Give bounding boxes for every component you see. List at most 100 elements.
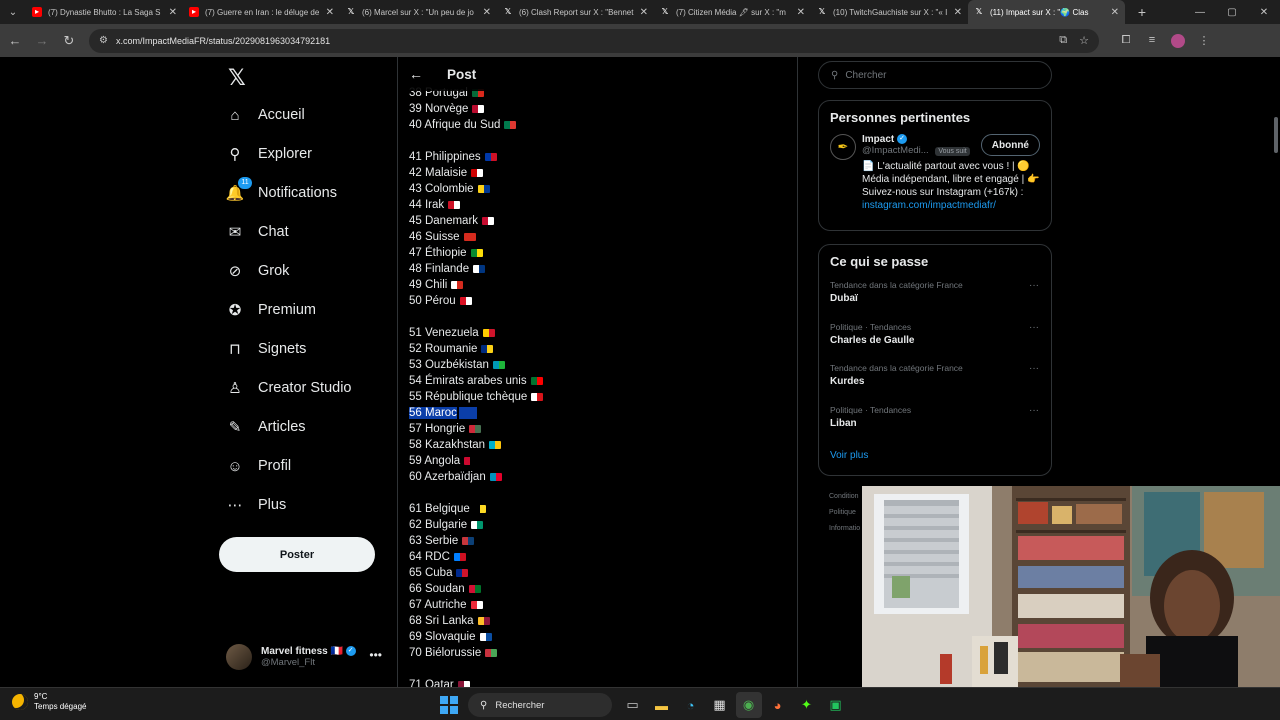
sidebar-item-accueil[interactable]: ⌂ Accueil <box>226 100 304 130</box>
maximize-icon[interactable]: ▢ <box>1216 0 1248 24</box>
url-bar[interactable]: ⚙ x.com/ImpactMediaFR/status/20290819630… <box>89 28 1099 53</box>
trend-item[interactable]: Politique · Tendances Charles de Gaulle ··… <box>819 320 1051 362</box>
list-item-text: 59 Angola <box>409 455 461 467</box>
sidebar-item-label: Plus <box>258 497 287 513</box>
browser-tab[interactable]: 𝕏 (7) Citizen Média 🖋 sur X : "m ✕ <box>654 0 811 24</box>
sidebar-item-grok[interactable]: ⊘ Grok <box>226 256 290 286</box>
list-item-text: 46 Suisse <box>409 231 460 243</box>
trend-item[interactable]: Tendance dans la catégorie France Kurdes ·… <box>819 361 1051 403</box>
tab-title: (6) Marcel sur X : "Un peu de jo <box>362 7 474 17</box>
tab-close-icon[interactable]: ✕ <box>954 7 962 18</box>
flag-icon <box>453 552 466 561</box>
trend-more-icon[interactable]: ··· <box>1029 280 1039 291</box>
browser-tab[interactable]: 𝕏 (6) Clash Report sur X : "Bennet ✕ <box>497 0 654 24</box>
file-explorer-icon[interactable]: ▬ <box>649 692 675 718</box>
search-input[interactable]: ⚲ Chercher <box>818 61 1052 89</box>
list-item: 55 République tchèque <box>409 389 789 405</box>
media-controls-icon[interactable]: ≡ <box>1139 34 1165 48</box>
sidebar-item-notifications[interactable]: 🔔 11 Notifications <box>226 177 337 208</box>
sidebar-item-premium[interactable]: ✪ Premium <box>226 295 316 325</box>
task-view-icon[interactable]: ▭ <box>620 692 646 718</box>
cast-icon[interactable]: ⧉ <box>1059 34 1067 47</box>
tab-close-icon[interactable]: ✕ <box>640 7 648 18</box>
site-info-icon[interactable]: ⚙ <box>99 35 108 46</box>
sidebar-item-creator-studio[interactable]: ♙ Creator Studio <box>226 373 352 403</box>
list-item-text: 50 Pérou <box>409 295 456 307</box>
post-header: ← Post <box>398 57 797 91</box>
sidebar-item-label: Premium <box>258 302 317 318</box>
new-tab-button[interactable]: + <box>1131 4 1153 20</box>
firefox-icon[interactable]: ◕ <box>765 692 791 718</box>
account-more-icon[interactable]: ••• <box>369 648 382 662</box>
x-logo-icon[interactable]: 𝕏 <box>228 65 246 91</box>
list-item: 59 Angola <box>409 453 789 469</box>
tab-close-icon[interactable]: ✕ <box>797 7 805 18</box>
minimize-icon[interactable]: — <box>1184 0 1216 24</box>
trend-more-icon[interactable]: ··· <box>1029 363 1039 374</box>
chrome-icon[interactable]: ◉ <box>735 692 762 718</box>
sidebar-item-explorer[interactable]: ⚲ Explorer <box>226 139 313 169</box>
list-item: 41 Philippines <box>409 149 789 165</box>
browser-tab[interactable]: 𝕏 (11) Impact sur X : "🌍 Clas ✕ <box>968 0 1125 24</box>
tab-close-icon[interactable]: ✕ <box>483 7 491 18</box>
trend-name: Liban <box>830 417 857 429</box>
browser-tab[interactable]: ▸ (7) Guerre en Iran : le déluge de ✕ <box>183 0 340 24</box>
browser-tab[interactable]: 𝕏 (10) TwitchGauchiste sur X : "« I ✕ <box>811 0 968 24</box>
footer-link[interactable]: Informatio <box>829 521 860 537</box>
list-item-text: 54 Émirats arabes unis <box>409 375 527 387</box>
scrollbar-thumb[interactable] <box>1274 117 1278 153</box>
following-button[interactable]: Abonné <box>980 134 1040 156</box>
post-button[interactable]: Poster <box>219 537 375 572</box>
weather-widget[interactable]: 9°C Temps dégagé <box>12 692 86 712</box>
extensions-icon[interactable]: ⧠ <box>1113 34 1139 48</box>
browser-tab[interactable]: 𝕏 (6) Marcel sur X : "Un peu de jo ✕ <box>340 0 497 24</box>
browser-menu-icon[interactable]: ⋮ <box>1191 34 1217 48</box>
tab-close-icon[interactable]: ✕ <box>1111 7 1119 18</box>
sidebar-item-plus[interactable]: ⋯ Plus <box>226 490 287 520</box>
tab-close-icon[interactable]: ✕ <box>326 7 334 18</box>
tab-close-icon[interactable]: ✕ <box>169 7 177 18</box>
footer-link[interactable]: Politique <box>829 505 860 521</box>
green-app-icon[interactable]: ▣ <box>823 692 849 718</box>
trend-item[interactable]: Tendance dans la catégorie France Dubaï ··… <box>819 278 1051 320</box>
reload-icon[interactable]: ↻ <box>57 29 81 53</box>
bookmark-star-icon[interactable]: ☆ <box>1079 34 1089 47</box>
store-icon[interactable]: ▦ <box>707 692 733 718</box>
x-icon: 𝕏 <box>818 7 826 16</box>
list-item: 68 Sri Lanka <box>409 613 789 629</box>
edge-icon[interactable]: ◔ <box>678 692 704 718</box>
list-item-text: 55 République tchèque <box>409 391 528 403</box>
show-more-link[interactable]: Voir plus <box>819 444 1051 473</box>
list-item: 69 Slovaquie <box>409 629 789 645</box>
taskbar-search-input[interactable]: ⚲ Rechercher <box>468 693 612 717</box>
trend-more-icon[interactable]: ··· <box>1029 322 1039 333</box>
streaming-app-icon[interactable]: ✦ <box>794 692 820 718</box>
sidebar-item-signets[interactable]: ⊓ Signets <box>226 334 306 364</box>
list-item-text: 51 Venezuela <box>409 327 479 339</box>
footer-link[interactable]: Condition <box>829 489 860 505</box>
relevant-person[interactable]: ✒ Impact ✓ @ImpactMedi... Vous suit 📄 L'… <box>819 134 1051 220</box>
impact-avatar[interactable]: ✒ <box>830 134 856 160</box>
account-flag: 🇫🇷 <box>330 646 343 657</box>
list-item-text: 52 Roumanie <box>409 343 478 355</box>
sidebar-item-chat[interactable]: ✉ Chat <box>226 217 289 247</box>
back-arrow-icon[interactable]: ← <box>3 29 27 53</box>
flag-icon <box>456 568 469 577</box>
bio-link[interactable]: instagram.com/impactmediafr/ <box>862 200 996 211</box>
back-icon[interactable]: ← <box>409 66 429 82</box>
sidebar-item-articles[interactable]: ✎ Articles <box>226 412 306 442</box>
windows-start-icon[interactable] <box>440 696 458 714</box>
creator-studio-icon: ♙ <box>228 380 242 397</box>
account-switcher[interactable]: Marvel fitness 🇫🇷 ✓ @Marvel_Flt ••• <box>226 642 396 672</box>
trend-item[interactable]: Politique · Tendances Liban ··· <box>819 403 1051 445</box>
forward-arrow-icon[interactable]: → <box>30 29 54 53</box>
trend-more-icon[interactable]: ··· <box>1029 405 1039 416</box>
flag-icon <box>482 328 495 337</box>
sidebar-item-profil[interactable]: ☺ Profil <box>226 451 291 481</box>
tab-search-icon[interactable]: ⌄ <box>0 0 26 24</box>
profile-avatar-icon[interactable] <box>1171 33 1185 48</box>
sidebar-item-label: Creator Studio <box>258 380 352 396</box>
close-window-icon[interactable]: ✕ <box>1248 0 1280 24</box>
x-icon: 𝕏 <box>661 7 669 16</box>
browser-tab[interactable]: ▸ (7) Dynastie Bhutto : La Saga S ✕ <box>26 0 183 24</box>
